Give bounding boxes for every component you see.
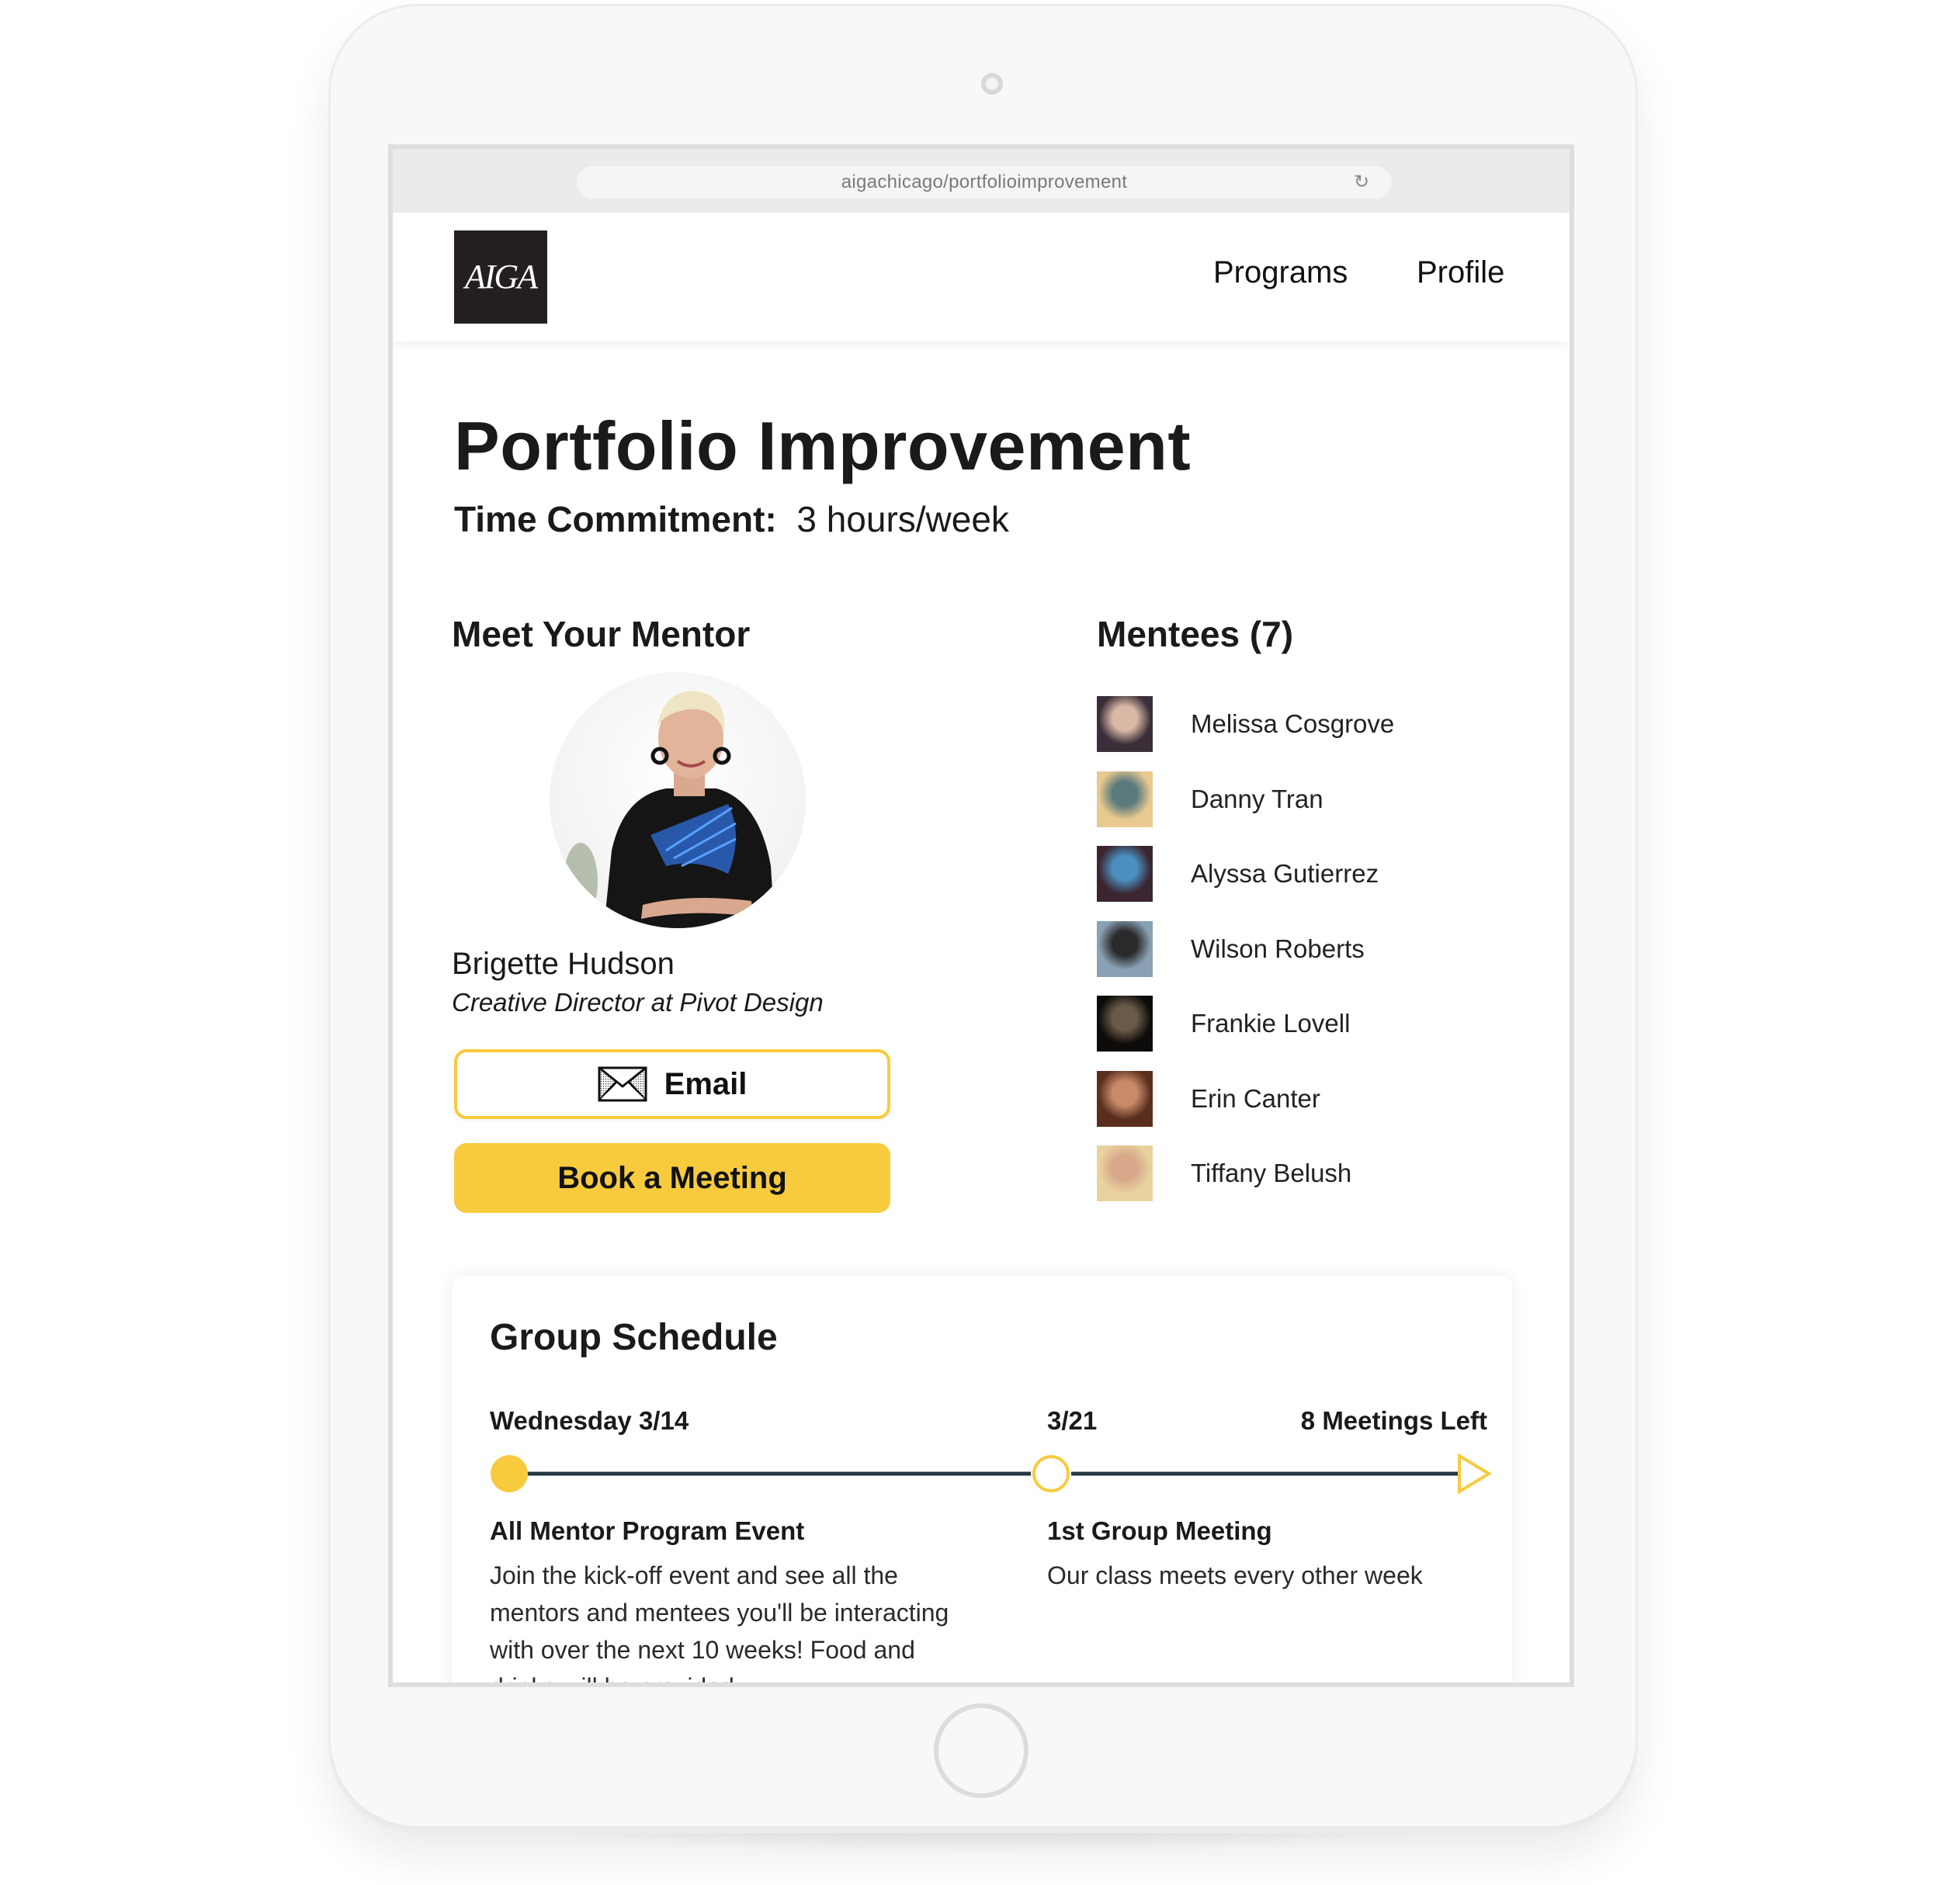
nav-link-programs[interactable]: Programs [1213,255,1348,290]
timeline-next-date: 3/21 [1047,1406,1098,1435]
meetings-left: 8 Meetings Left [1300,1406,1487,1435]
timeline-dot-upcoming[interactable] [1032,1455,1070,1492]
mentee-name[interactable]: Alyssa Gutierrez [1191,846,1379,902]
mentee-avatar[interactable] [1097,1145,1153,1201]
mentor-role: Creative Director at Pivot Design [452,988,824,1017]
mentee-list-item[interactable]: Tiffany Belush [1097,1145,1485,1201]
page-title: Portfolio Improvement [454,407,1192,484]
event-title: All Mentor Program Event [490,1516,805,1545]
email-button[interactable]: Email [454,1049,890,1119]
mentee-name[interactable]: Wilson Roberts [1191,921,1365,977]
browser-toolbar: aigachicago/portfolioimprovement ↻ [393,149,1570,213]
event-description: Our class meets every other week [1047,1561,1423,1589]
mentee-avatar[interactable] [1097,771,1153,827]
mentee-list-item[interactable]: Erin Canter [1097,1071,1485,1127]
camera-icon [981,73,1003,95]
mentee-name[interactable]: Melissa Cosgrove [1191,696,1394,752]
group-schedule-card: Group Schedule Wednesday 3/14 3/21 8 Mee… [452,1276,1512,1687]
url-text[interactable]: aigachicago/portfolioimprovement [577,166,1392,199]
book-meeting-button[interactable]: Book a Meeting [454,1143,890,1213]
time-commitment: Time Commitment: 3 hours/week [454,498,1009,540]
mentee-avatar[interactable] [1097,1071,1153,1127]
mentees-heading: Mentees (7) [1097,614,1294,654]
mentee-name[interactable]: Frankie Lovell [1191,996,1350,1052]
mentee-list-item[interactable]: Danny Tran [1097,771,1485,827]
address-bar[interactable]: aigachicago/portfolioimprovement ↻ [577,166,1392,199]
site-header: AIGA Programs Profile [393,213,1570,341]
aiga-logo[interactable]: AIGA [454,230,547,324]
home-button[interactable] [934,1703,1029,1798]
mentee-avatar[interactable] [1097,846,1153,902]
envelope-icon [598,1066,647,1102]
email-button-label: Email [664,1066,748,1101]
mentee-avatar[interactable] [1097,996,1153,1052]
timeline [491,1453,1492,1495]
mentee-list-item[interactable]: Frankie Lovell [1097,996,1485,1052]
timeline-dot-completed[interactable] [491,1455,528,1492]
reload-icon[interactable]: ↻ [1351,172,1372,192]
schedule-title: Group Schedule [490,1317,778,1358]
timeline-start-date: Wednesday 3/14 [490,1406,689,1435]
mentee-list-item[interactable]: Melissa Cosgrove [1097,696,1485,752]
event-description: Join the kick-off event and see all the … [490,1561,949,1687]
mentee-list-item[interactable]: Wilson Roberts [1097,921,1485,977]
mentee-list-item[interactable]: Alyssa Gutierrez [1097,846,1485,902]
mentee-avatar[interactable] [1097,696,1153,752]
mentor-portrait [564,691,775,928]
mentee-name[interactable]: Erin Canter [1191,1071,1320,1127]
nav-link-profile[interactable]: Profile [1417,255,1504,290]
mentor-avatar [550,672,806,928]
tablet-screen: aigachicago/portfolioimprovement ↻ AIGA … [388,144,1574,1687]
mentee-name[interactable]: Danny Tran [1191,771,1323,827]
mentee-name[interactable]: Tiffany Belush [1191,1145,1351,1201]
mentor-name: Brigette Hudson [452,947,675,981]
time-commitment-label: Time Commitment: [454,499,777,539]
time-commitment-value: 3 hours/week [796,499,1009,539]
event-title: 1st Group Meeting [1047,1516,1272,1545]
mentor-heading: Meet Your Mentor [452,614,751,654]
timeline-arrow-icon[interactable] [1458,1453,1492,1495]
mentee-avatar[interactable] [1097,921,1153,977]
